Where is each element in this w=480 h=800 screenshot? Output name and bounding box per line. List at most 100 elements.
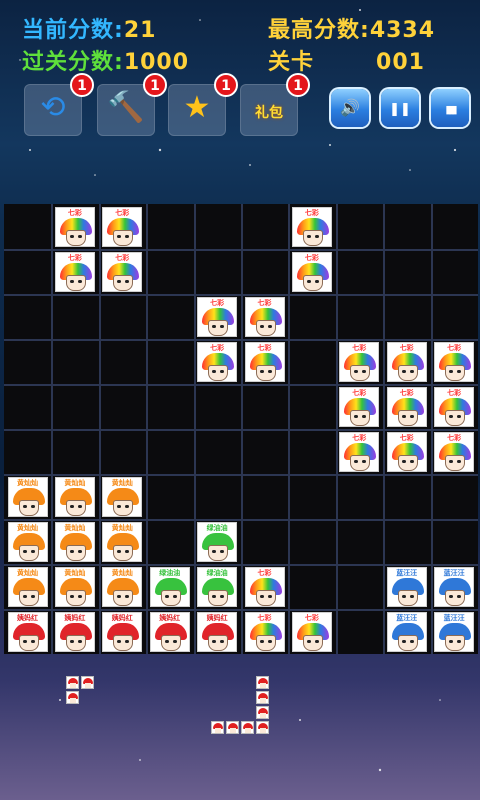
tile-rainbow[interactable]: 七彩 [434, 431, 475, 472]
eye [362, 459, 367, 463]
tile-orange[interactable]: 黄灿灿 [7, 566, 48, 607]
eye [306, 279, 311, 283]
eye [362, 414, 367, 418]
eye [212, 594, 217, 598]
tile-orange[interactable]: 黄灿灿 [7, 521, 48, 562]
tile-rainbow[interactable]: 七彩 [54, 251, 95, 292]
refresh-tool-button[interactable]: ⟲ 1 [24, 73, 94, 136]
eye [401, 369, 406, 373]
piece-2-cell[interactable] [226, 721, 239, 734]
tile-orange[interactable]: 黄灿灿 [102, 476, 143, 517]
piece-1-cell[interactable] [66, 676, 79, 689]
eye [314, 234, 319, 238]
eye [401, 414, 406, 418]
tile-rainbow[interactable]: 七彩 [102, 206, 143, 247]
tile-label: 黄灿灿 [64, 568, 86, 577]
tile-label: 七彩 [352, 343, 367, 352]
eye [125, 234, 130, 238]
face-icon [255, 319, 276, 336]
tile-blue[interactable]: 蓝汪汪 [386, 611, 427, 652]
tile-orange[interactable]: 黄灿灿 [54, 521, 95, 562]
face-icon [397, 364, 418, 381]
eye [77, 549, 82, 553]
tile-label: 七彩 [115, 208, 130, 217]
hammer-tool-button[interactable]: 🔨 1 [97, 73, 167, 136]
tile-red[interactable]: 姨妈红 [54, 611, 95, 652]
tile-rainbow[interactable]: 七彩 [291, 251, 332, 292]
face-icon [113, 274, 134, 291]
game-board[interactable]: 七彩 七彩 七彩 七彩 七彩 七彩 七彩 七彩 七彩 七彩 七彩 七彩 七彩 七彩 七彩 七彩 七彩 七彩 七彩 黄灿… [4, 204, 478, 654]
tile-rainbow[interactable]: 七彩 [339, 431, 380, 472]
tile-label: 黄灿灿 [111, 568, 133, 577]
eye [125, 549, 130, 553]
pause-button[interactable]: ❚❚ [381, 89, 419, 127]
eye [449, 639, 454, 643]
face-icon [350, 409, 371, 426]
tile-rainbow[interactable]: 七彩 [197, 296, 238, 337]
piece-2-cell[interactable] [241, 721, 254, 734]
piece-1-cell[interactable] [81, 676, 94, 689]
tile-rainbow[interactable]: 七彩 [197, 341, 238, 382]
current-score-value: 21 [123, 18, 157, 43]
tile-red[interactable]: 姨妈红 [7, 611, 48, 652]
piece-2-cell[interactable] [211, 721, 224, 734]
piece-2-cell[interactable] [256, 676, 269, 689]
tile-blue[interactable]: 蓝汪汪 [434, 611, 475, 652]
gift-pack-tool-button[interactable]: 礼包 1 [240, 73, 310, 136]
tile-rainbow[interactable]: 七彩 [244, 296, 285, 337]
sound-button[interactable]: 🔊 [331, 89, 369, 127]
tile-rainbow[interactable]: 七彩 [54, 206, 95, 247]
tile-red[interactable]: 姨妈红 [197, 611, 238, 652]
level-value: 001 [376, 50, 425, 75]
tile-rainbow[interactable]: 七彩 [244, 611, 285, 652]
tile-red[interactable]: 姨妈红 [102, 611, 143, 652]
tile-red[interactable]: 姨妈红 [149, 611, 190, 652]
tile-orange[interactable]: 黄灿灿 [102, 566, 143, 607]
tile-orange[interactable]: 黄灿灿 [7, 476, 48, 517]
piece-2-cell[interactable] [256, 721, 269, 734]
face-icon [18, 499, 39, 516]
tile-rainbow[interactable]: 七彩 [102, 251, 143, 292]
tile-rainbow[interactable]: 七彩 [244, 566, 285, 607]
tile-orange[interactable]: 黄灿灿 [54, 566, 95, 607]
eye [77, 639, 82, 643]
tile-rainbow[interactable]: 七彩 [434, 386, 475, 427]
face-icon [260, 728, 266, 733]
tile-label: 七彩 [257, 613, 272, 622]
tile-label: 姨妈红 [111, 613, 133, 622]
tile-label: 姨妈红 [206, 613, 228, 622]
tile-rainbow[interactable]: 七彩 [339, 386, 380, 427]
piece-2-cell[interactable] [256, 691, 269, 704]
eye [220, 594, 225, 598]
tile-orange[interactable]: 黄灿灿 [102, 521, 143, 562]
tile-orange[interactable]: 黄灿灿 [54, 476, 95, 517]
tile-blue[interactable]: 蓝汪汪 [434, 566, 475, 607]
eye [220, 324, 225, 328]
tile-green[interactable]: 绿油油 [197, 521, 238, 562]
current-score-label: 当前分数: [22, 18, 124, 43]
tile-green[interactable]: 绿油油 [149, 566, 190, 607]
eye [69, 234, 74, 238]
face-icon [65, 589, 86, 606]
eye [314, 639, 319, 643]
current-score-row: 当前分数:21 [22, 12, 156, 44]
tile-rainbow[interactable]: 七彩 [291, 206, 332, 247]
tile-label: 七彩 [447, 343, 462, 352]
eye [212, 639, 217, 643]
eye [306, 639, 311, 643]
piece-1-cell[interactable] [66, 691, 79, 704]
face-icon [260, 683, 266, 688]
piece-2-cell[interactable] [256, 706, 269, 719]
tile-rainbow[interactable]: 七彩 [434, 341, 475, 382]
tile-rainbow[interactable]: 七彩 [386, 341, 427, 382]
tile-rainbow[interactable]: 七彩 [386, 386, 427, 427]
piece-tray[interactable] [0, 660, 480, 760]
star-wand-tool-button[interactable]: ★ 1 [168, 73, 238, 136]
tile-blue[interactable]: 蓝汪汪 [386, 566, 427, 607]
tile-green[interactable]: 绿油油 [197, 566, 238, 607]
tile-rainbow[interactable]: 七彩 [339, 341, 380, 382]
tile-rainbow[interactable]: 七彩 [291, 611, 332, 652]
tile-rainbow[interactable]: 七彩 [244, 341, 285, 382]
tile-rainbow[interactable]: 七彩 [386, 431, 427, 472]
stats-button[interactable]: ▮▮▮ [431, 89, 469, 127]
